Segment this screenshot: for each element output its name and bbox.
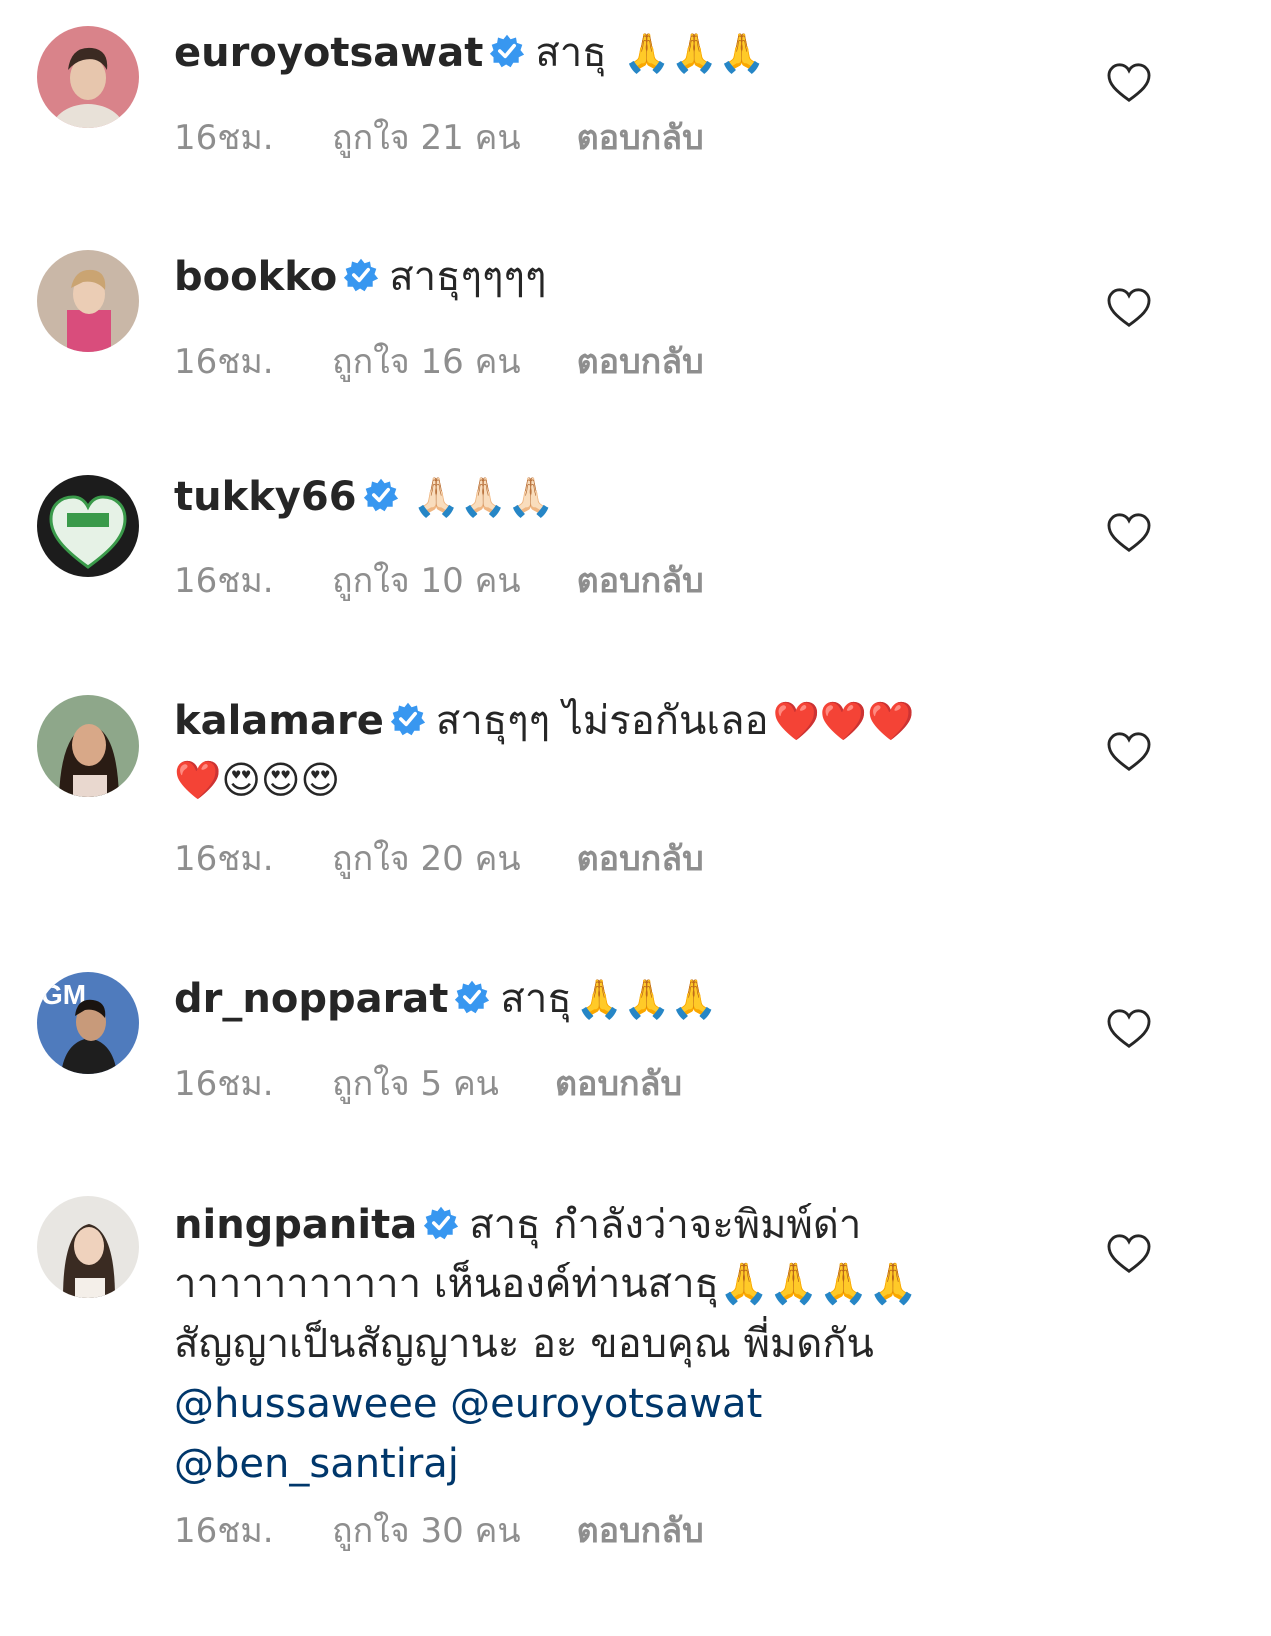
like-heart-icon[interactable]: [1106, 287, 1152, 329]
comment-likes-count[interactable]: ถูกใจ 30 คน: [332, 1503, 521, 1557]
comment-likes-count[interactable]: ถูกใจ 16 คน: [332, 334, 521, 388]
comment-text-line3: สัญญาเป็นสัญญานะ อะ ขอบคุณ พี่มดกัน: [174, 1321, 874, 1367]
like-heart-icon[interactable]: [1106, 62, 1152, 104]
like-heart-icon[interactable]: [1106, 1008, 1152, 1050]
reply-button[interactable]: ตอบกลับ: [577, 553, 704, 607]
comment-body: ningpanita สาธุ กำลังว่าจะพิมพ์ด่า าาาาาา…: [174, 1196, 1054, 1494]
comment-meta: 16ชม. ถูกใจ 20 คน ตอบกลับ: [174, 831, 704, 885]
comment-timestamp: 16ชม.: [174, 561, 274, 601]
mention-link[interactable]: @hussaweee: [174, 1381, 437, 1427]
comment-meta: 16ชม. ถูกใจ 21 คน ตอบกลับ: [174, 110, 704, 164]
avatar[interactable]: [37, 26, 139, 128]
avatar-image: [37, 1196, 139, 1298]
comment-emoji: 🙏🏻🙏🏻🙏🏻: [412, 475, 555, 519]
avatar[interactable]: GM: [37, 972, 139, 1074]
comment-body: euroyotsawat สาธุ 🙏🙏🙏: [174, 24, 1054, 82]
comment-meta: 16ชม. ถูกใจ 5 คน ตอบกลับ: [174, 1056, 682, 1110]
comment-meta: 16ชม. ถูกใจ 16 คน ตอบกลับ: [174, 334, 704, 388]
avatar[interactable]: [37, 695, 139, 797]
like-heart-icon[interactable]: [1106, 731, 1152, 773]
avatar-image: [37, 250, 139, 352]
like-heart-icon[interactable]: [1106, 1233, 1152, 1275]
comment-likes-count[interactable]: ถูกใจ 21 คน: [332, 110, 521, 164]
verified-badge-icon: [363, 477, 399, 513]
verified-badge-icon: [423, 1205, 459, 1241]
comment-meta: 16ชม. ถูกใจ 10 คน ตอบกลับ: [174, 553, 704, 607]
comment-username[interactable]: euroyotsawat: [174, 30, 483, 76]
verified-badge-icon: [489, 33, 525, 69]
avatar[interactable]: [37, 250, 139, 352]
verified-badge-icon: [390, 701, 426, 737]
comment-likes-count[interactable]: ถูกใจ 10 คน: [332, 553, 521, 607]
verified-badge-icon: [454, 979, 490, 1015]
avatar-image: [37, 475, 139, 577]
comment-text: สาธุๆๆๆๆ: [389, 254, 547, 300]
avatar-image: [37, 695, 139, 797]
comment-text: สาธุ กำลังว่าจะพิมพ์ด่า: [469, 1202, 862, 1248]
comment-timestamp: 16ชม.: [174, 1064, 274, 1104]
comment-username[interactable]: ningpanita: [174, 1202, 417, 1248]
comment-username[interactable]: dr_nopparat: [174, 976, 448, 1022]
comment-timestamp: 16ชม.: [174, 1511, 274, 1551]
comment-likes-count[interactable]: ถูกใจ 5 คน: [332, 1056, 499, 1110]
comment-body: tukky66 🙏🏻🙏🏻🙏🏻: [174, 468, 1054, 526]
comment-body: kalamare สาธุๆๆ ไม่รอกันเลอ ❤️❤️❤️ ❤️😍😍😍: [174, 692, 1054, 810]
comment-body: dr_nopparat สาธุ 🙏🙏🙏: [174, 970, 1054, 1028]
comment-username[interactable]: tukky66: [174, 474, 357, 520]
comment-meta: 16ชม. ถูกใจ 30 คน ตอบกลับ: [174, 1503, 704, 1557]
avatar[interactable]: [37, 1196, 139, 1298]
comment-username[interactable]: bookko: [174, 254, 337, 300]
avatar[interactable]: [37, 475, 139, 577]
mention-link[interactable]: @ben_santiraj: [174, 1441, 459, 1487]
comment-timestamp: 16ชม.: [174, 118, 274, 158]
comment-username[interactable]: kalamare: [174, 698, 384, 744]
reply-button[interactable]: ตอบกลับ: [577, 110, 704, 164]
comment-timestamp: 16ชม.: [174, 342, 274, 382]
comment-text: สาธุๆๆ ไม่รอกันเลอ: [435, 698, 769, 744]
comment-emoji: 🙏🙏🙏: [575, 977, 718, 1021]
avatar-image: [37, 26, 139, 128]
like-heart-icon[interactable]: [1106, 512, 1152, 554]
avatar-image: GM: [37, 972, 139, 1074]
comment-text: สาธุ: [535, 30, 607, 76]
reply-button[interactable]: ตอบกลับ: [577, 334, 704, 388]
comment-emoji-line2: ❤️😍😍😍: [174, 758, 341, 802]
mention-link[interactable]: @euroyotsawat: [450, 1381, 762, 1427]
comment-text-line2: าาาาาาาาาาา เห็นองค์ท่านสาธุ🙏🙏🙏🙏: [174, 1261, 919, 1307]
comment-emoji: ❤️❤️❤️: [772, 699, 915, 743]
comment-timestamp: 16ชม.: [174, 839, 274, 879]
reply-button[interactable]: ตอบกลับ: [577, 1503, 704, 1557]
comment-text: สาธุ: [500, 976, 572, 1022]
comment-emoji: 🙏🙏🙏: [623, 31, 766, 75]
reply-button[interactable]: ตอบกลับ: [577, 831, 704, 885]
verified-badge-icon: [343, 257, 379, 293]
comment-likes-count[interactable]: ถูกใจ 20 คน: [332, 831, 521, 885]
reply-button[interactable]: ตอบกลับ: [555, 1056, 682, 1110]
comment-body: bookko สาธุๆๆๆๆ: [174, 248, 1054, 306]
